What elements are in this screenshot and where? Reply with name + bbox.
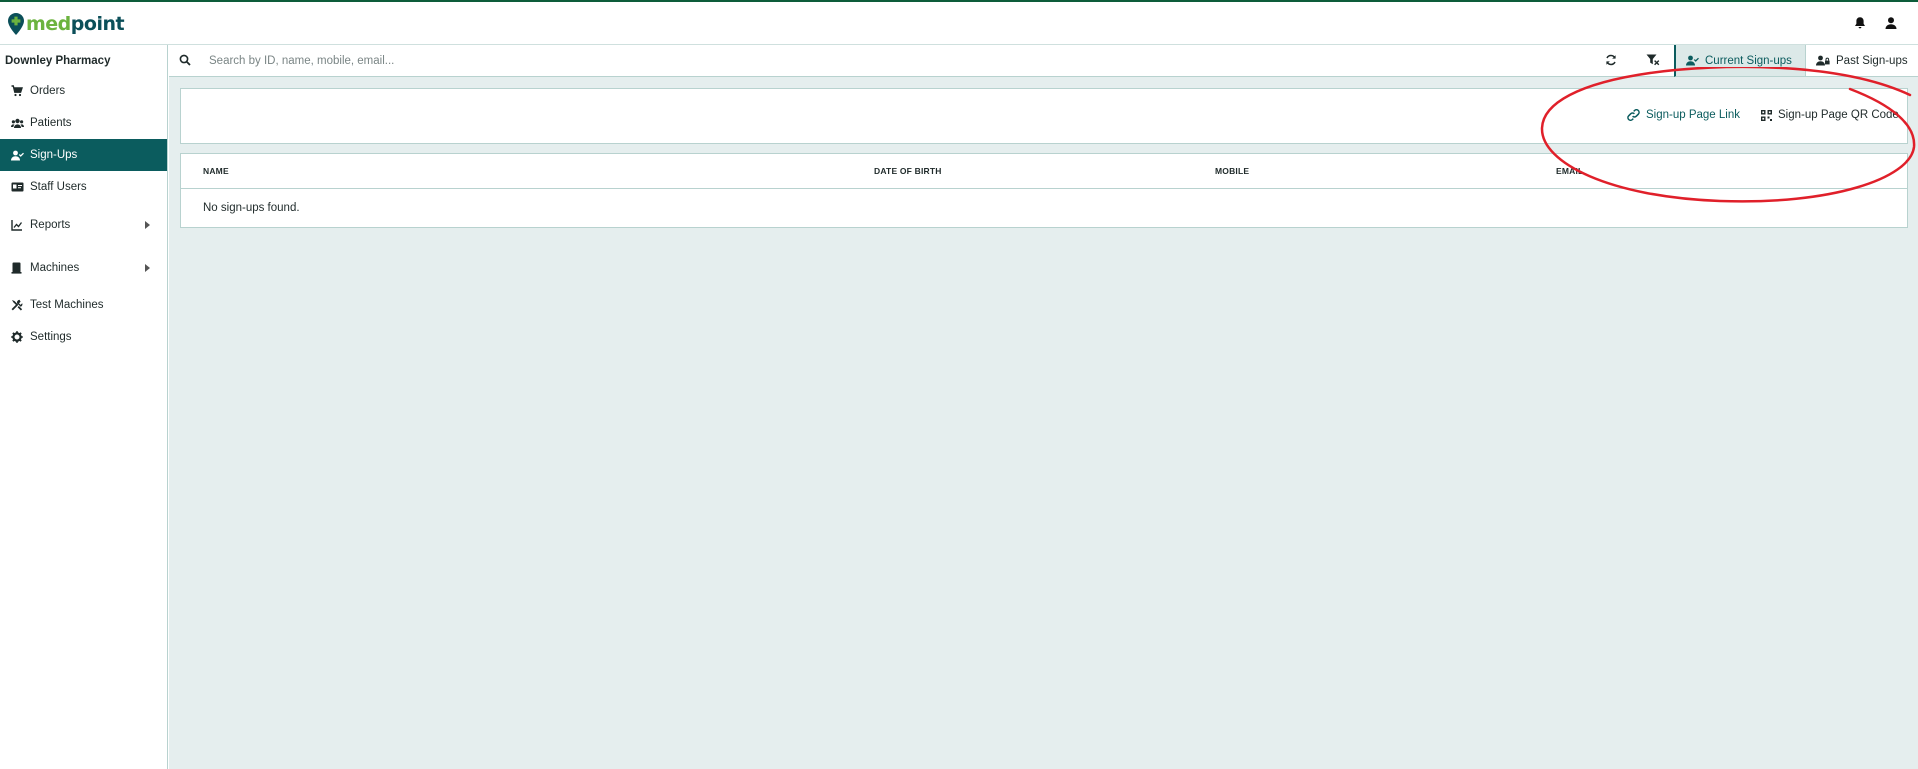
sidebar-item-label: Machines xyxy=(30,261,80,274)
column-header-email[interactable]: EMAIL xyxy=(1556,166,1583,176)
sidebar-item-label: Patients xyxy=(30,117,72,129)
users-icon xyxy=(11,117,24,130)
brand-wordmark: medpoint xyxy=(26,12,125,35)
brand-logo[interactable]: medpoint xyxy=(8,11,125,37)
empty-state-message: No sign-ups found. xyxy=(203,202,300,214)
tab-current-sign-ups[interactable]: Current Sign-ups xyxy=(1674,45,1805,77)
sidebar: Downley Pharmacy Orders Patients Sign-Up… xyxy=(0,45,168,769)
sidebar-item-label: Test Machines xyxy=(30,299,104,311)
chart-icon xyxy=(11,218,24,231)
qr-code-icon xyxy=(1761,109,1772,121)
sidebar-item-test-machines[interactable]: Test Machines xyxy=(0,289,167,321)
tab-label: Past Sign-ups xyxy=(1836,54,1908,67)
sidebar-item-settings[interactable]: Settings xyxy=(0,321,167,353)
sidebar-item-label: Orders xyxy=(30,85,66,97)
sidebar-item-label: Staff Users xyxy=(30,181,87,193)
column-header-name[interactable]: NAME xyxy=(203,166,229,176)
id-card-icon xyxy=(11,181,24,194)
app-header: medpoint xyxy=(0,2,1918,45)
sign-ups-table: NAME DATE OF BIRTH MOBILE EMAIL No sign-… xyxy=(180,153,1908,228)
sidebar-item-label: Settings xyxy=(30,331,72,343)
table-header: NAME DATE OF BIRTH MOBILE EMAIL xyxy=(181,154,1907,189)
map-pin-cross-icon xyxy=(8,13,24,35)
user-icon[interactable] xyxy=(1884,16,1900,32)
link-label: Sign-up Page Link xyxy=(1646,109,1740,121)
main-content: Current Sign-ups Past Sign-ups Sign-up P… xyxy=(169,45,1918,769)
sidebar-item-label: Reports xyxy=(30,218,71,231)
user-check-icon xyxy=(1686,55,1699,66)
cart-icon xyxy=(11,85,24,98)
link-icon xyxy=(1627,109,1640,121)
user-lock-icon xyxy=(1816,55,1830,66)
column-header-mobile[interactable]: MOBILE xyxy=(1215,166,1249,176)
expand-caret-icon xyxy=(145,221,150,229)
sidebar-item-label: Sign-Ups xyxy=(30,149,78,161)
link-label: Sign-up Page QR Code xyxy=(1778,109,1899,121)
user-check-icon xyxy=(11,149,24,162)
sign-up-links-panel: Sign-up Page Link Sign-up Page QR Code xyxy=(180,88,1908,144)
column-header-date-of-birth[interactable]: DATE OF BIRTH xyxy=(874,166,942,176)
tab-past-sign-ups[interactable]: Past Sign-ups xyxy=(1805,45,1918,77)
sidebar-item-staff-users[interactable]: Staff Users xyxy=(0,171,167,203)
expand-caret-icon xyxy=(145,264,150,272)
tools-icon xyxy=(11,299,24,312)
sidebar-item-machines[interactable]: Machines xyxy=(0,246,167,289)
bell-icon[interactable] xyxy=(1853,16,1869,32)
sidebar-item-reports[interactable]: Reports xyxy=(0,203,167,246)
refresh-icon[interactable] xyxy=(1605,54,1619,68)
sidebar-item-patients[interactable]: Patients xyxy=(0,107,167,139)
gear-icon xyxy=(11,331,24,344)
sign-up-qr-code-link[interactable]: Sign-up Page QR Code xyxy=(1761,109,1899,121)
sign-up-page-link[interactable]: Sign-up Page Link xyxy=(1627,109,1740,121)
pharmacy-name: Downley Pharmacy xyxy=(5,55,111,67)
machine-icon xyxy=(11,261,24,274)
search-toolbar: Current Sign-ups Past Sign-ups xyxy=(169,45,1918,77)
tab-label: Current Sign-ups xyxy=(1705,54,1792,67)
sidebar-item-sign-ups[interactable]: Sign-Ups xyxy=(0,139,167,171)
search-icon xyxy=(179,54,191,69)
sidebar-item-orders[interactable]: Orders xyxy=(0,75,167,107)
search-input[interactable] xyxy=(209,51,1209,71)
clear-filter-icon[interactable] xyxy=(1646,54,1660,68)
